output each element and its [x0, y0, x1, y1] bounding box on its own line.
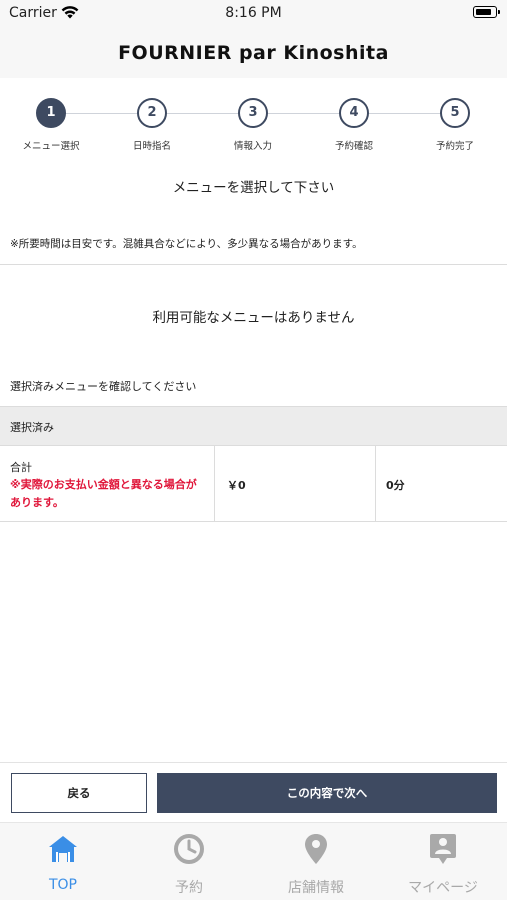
step-label: 情報入力: [233, 141, 272, 152]
next-button[interactable]: この内容で次へ: [157, 773, 497, 813]
step-number-badge: 3: [238, 98, 268, 128]
total-price: ￥0: [227, 479, 246, 492]
clock-icon: [174, 834, 204, 864]
total-summary-row: 合計 ※実際のお支払い金額と異なる場合があります。 ￥0 0分: [0, 446, 507, 522]
step-number-badge: 5: [440, 98, 470, 128]
confirm-selection-hint: 選択済みメニューを確認してください: [10, 380, 197, 393]
total-label: 合計: [10, 461, 32, 474]
tab-bar: TOP 予約 店舗情報 マイページ: [0, 822, 507, 900]
total-label-cell: 合計 ※実際のお支払い金額と異なる場合があります。: [0, 446, 215, 521]
empty-menu-message: 利用可能なメニューはありません: [152, 310, 355, 326]
step-label: 予約確認: [334, 141, 373, 152]
tab-top[interactable]: TOP: [0, 823, 126, 901]
tab-label: 店舗情報: [288, 880, 344, 896]
duration-note: ※所要時間は目安です。混雑具合などにより、多少異なる場合があります。: [10, 238, 363, 250]
location-pin-icon: [305, 834, 327, 864]
step-2: 2 日時指名: [102, 92, 202, 152]
menu-instruction: メニューを選択して下さい: [172, 180, 335, 196]
tab-reservation[interactable]: 予約: [126, 823, 252, 901]
selected-section-header: 選択済み: [0, 406, 507, 446]
step-label: メニュー選択: [22, 141, 80, 152]
tab-label: 予約: [175, 880, 203, 896]
tab-label: マイページ: [408, 880, 478, 896]
step-label: 予約完了: [435, 141, 474, 152]
tab-label: TOP: [48, 877, 77, 893]
step-number-badge: 2: [137, 98, 167, 128]
clock-time: 8:16 PM: [225, 5, 282, 21]
selected-header-label: 選択済み: [10, 421, 54, 434]
step-4: 4 予約確認: [304, 92, 404, 152]
tab-store-info[interactable]: 店舗情報: [253, 823, 379, 901]
step-progress: 1 メニュー選択 2 日時指名 3 情報入力 4 予約確認 5 予約完了: [0, 92, 507, 162]
page-title: FOURNIER par Kinoshita: [118, 42, 389, 64]
step-3: 3 情報入力: [203, 92, 303, 152]
battery-icon: [473, 6, 500, 18]
profile-card-icon: [430, 834, 456, 864]
section-divider: [0, 264, 507, 265]
total-duration-cell: 0分: [376, 446, 507, 521]
step-1: 1 メニュー選択: [1, 92, 101, 152]
navigation-bar: FOURNIER par Kinoshita: [0, 28, 507, 78]
step-label: 日時指名: [132, 141, 171, 152]
total-price-cell: ￥0: [215, 446, 376, 521]
home-icon: [49, 836, 77, 862]
total-duration: 0分: [386, 479, 405, 492]
status-bar: Carrier 8:16 PM: [0, 0, 507, 28]
tab-mypage[interactable]: マイページ: [380, 823, 506, 901]
step-number-badge: 1: [36, 98, 66, 128]
step-number-badge: 4: [339, 98, 369, 128]
step-5: 5 予約完了: [405, 92, 505, 152]
payment-warning: ※実際のお支払い金額と異なる場合があります。: [10, 478, 197, 509]
action-bar: 戻る この内容で次へ: [0, 762, 507, 823]
back-button[interactable]: 戻る: [11, 773, 147, 813]
